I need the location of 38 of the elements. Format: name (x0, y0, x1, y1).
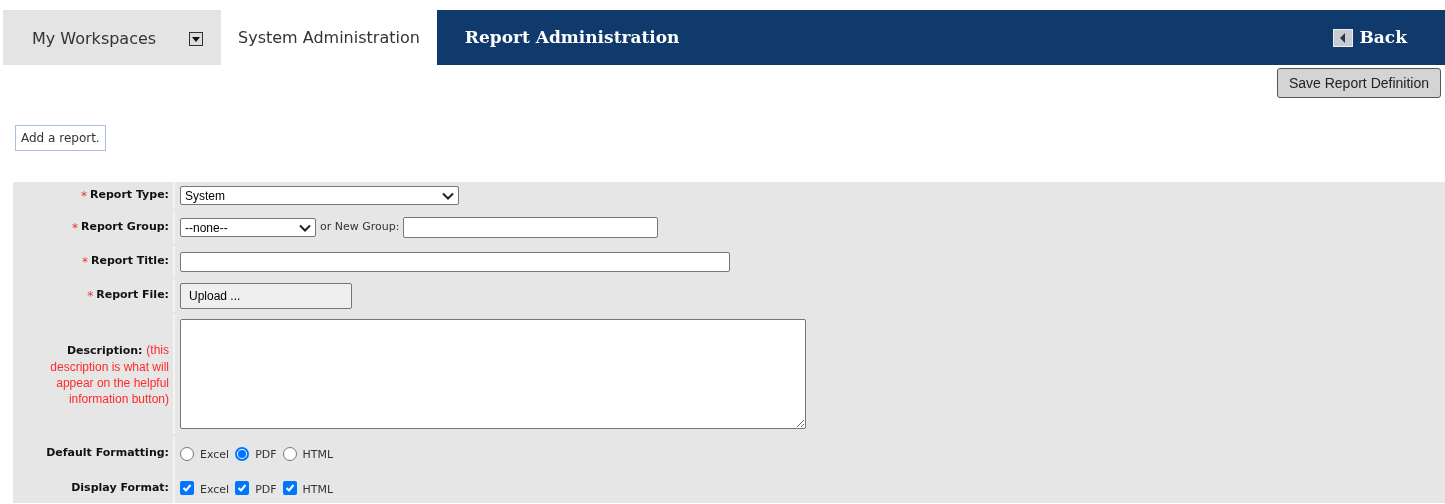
caret-icon (442, 191, 454, 200)
option-label: PDF (255, 481, 277, 498)
radio-button[interactable] (282, 446, 297, 461)
back-button[interactable]: Back (1333, 24, 1407, 51)
caret-icon (299, 223, 311, 232)
field-label: Report File: (96, 287, 169, 304)
option-label: PDF (255, 447, 277, 464)
upload-button[interactable]: Upload ... (180, 282, 352, 309)
option-label: Excel (200, 481, 230, 498)
dropdown-icon[interactable] (189, 31, 204, 46)
report-type-select[interactable]: System (180, 186, 459, 205)
checkbox[interactable] (235, 481, 250, 495)
instruction-text: Add a report. (15, 125, 106, 151)
description-label: Description: (this description is what will appear on the helpful information button) (49, 341, 169, 407)
field-label: or New Group: (320, 219, 400, 236)
radio-button[interactable] (180, 446, 194, 461)
field-label: Report Group: (81, 219, 169, 236)
option-label: HTML (302, 481, 334, 498)
field-label: Default Formatting: (46, 445, 169, 462)
option-label: HTML (302, 447, 334, 464)
field-label: Report Title: (90, 253, 169, 270)
page-title: Report Administration (464, 25, 680, 49)
radio-button[interactable] (235, 446, 250, 461)
checkbox[interactable] (180, 481, 194, 495)
required-mark: * (87, 287, 94, 305)
description-field[interactable] (180, 319, 806, 429)
nav-tab[interactable]: My Workspaces (3, 10, 221, 65)
required-mark: * (72, 219, 78, 237)
report-group-select[interactable]: --none-- (180, 218, 316, 237)
save-report-definition-button[interactable]: Save Report Definition (1276, 68, 1441, 98)
required-mark: * (81, 187, 87, 205)
checkbox[interactable] (282, 481, 297, 495)
option-label: Excel (200, 447, 230, 464)
report-title-field[interactable] (180, 251, 730, 272)
field-label: Report Type: (90, 187, 169, 204)
required-mark: * (81, 253, 88, 271)
field-label: Display Format: (71, 479, 169, 496)
new-group-field[interactable] (403, 217, 659, 238)
